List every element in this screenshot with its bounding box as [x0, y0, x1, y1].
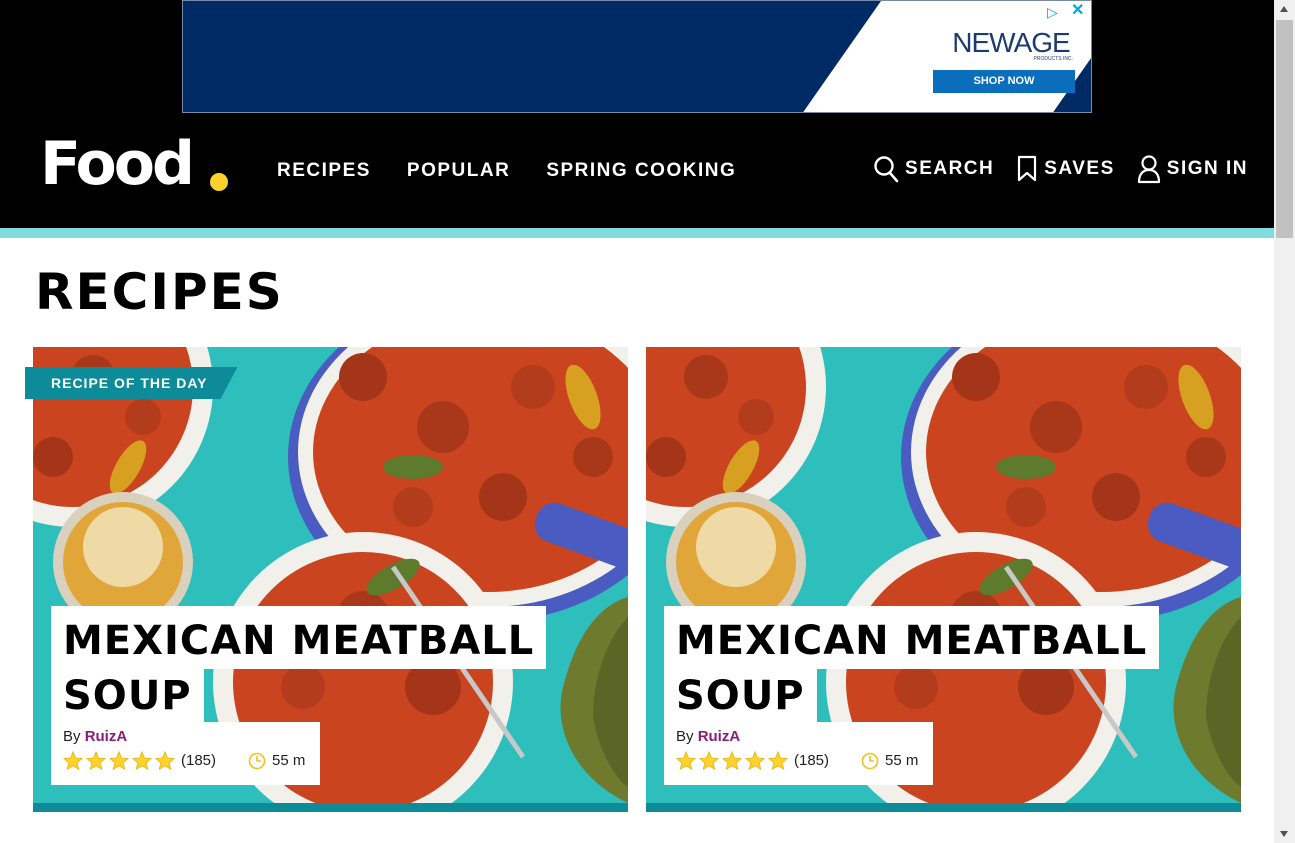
clock-icon: [248, 752, 266, 769]
page-scrollbar[interactable]: [1274, 0, 1295, 843]
scroll-down-arrow-icon[interactable]: [1280, 831, 1288, 837]
recipe-meta: By RuizA (185) 55 m: [51, 722, 320, 785]
author-link[interactable]: RuizA: [85, 728, 128, 745]
cook-time-value: 55 m: [885, 752, 919, 769]
rating-stars: [676, 751, 788, 770]
ad-shop-now-button[interactable]: SHOP NOW: [933, 70, 1075, 93]
sign-in-label: SIGN IN: [1166, 158, 1248, 179]
cook-time-value: 55 m: [272, 752, 306, 769]
star-icon: [745, 751, 765, 770]
site-logo[interactable]: Food: [40, 128, 195, 200]
star-icon: [676, 751, 696, 770]
clock-icon: [861, 752, 879, 769]
logo-dot: [210, 173, 228, 191]
star-icon: [86, 751, 106, 770]
star-icon: [155, 751, 175, 770]
by-prefix: By: [63, 728, 81, 745]
recipe-title[interactable]: MEXICAN MEATBALL SOUP: [664, 606, 1160, 724]
recipe-card[interactable]: MEXICAN MEATBALL SOUP By RuizA (185) 55 …: [646, 347, 1241, 812]
nav-popular[interactable]: POPULAR: [407, 160, 510, 182]
review-count[interactable]: (185): [181, 752, 216, 769]
header-accent-strip: [0, 228, 1274, 238]
recipe-title-line-2[interactable]: SOUP: [664, 669, 817, 724]
nav-spring-cooking[interactable]: SPRING COOKING: [546, 160, 736, 182]
recipe-title-line-1[interactable]: MEXICAN MEATBALL: [664, 606, 1160, 669]
star-icon: [722, 751, 742, 770]
nav-recipes[interactable]: RECIPES: [277, 160, 371, 182]
card-bottom-strip: [646, 803, 1241, 812]
by-prefix: By: [676, 728, 694, 745]
star-icon: [768, 751, 788, 770]
search-label: SEARCH: [905, 158, 995, 179]
star-icon: [109, 751, 129, 770]
bookmark-icon: [1016, 155, 1038, 183]
ad-close-icon[interactable]: ✕: [1071, 3, 1087, 19]
saves-button[interactable]: SAVES: [1016, 155, 1115, 183]
cook-time: 55 m: [861, 752, 918, 770]
ad-brand: NEWAGE: [952, 27, 1070, 58]
search-icon: [873, 155, 899, 183]
main-nav: RECIPES POPULAR SPRING COOKING: [277, 160, 736, 182]
review-count[interactable]: (185): [794, 752, 829, 769]
recipe-card[interactable]: RECIPE OF THE DAY MEXICAN MEATBALL SOUP …: [25, 347, 628, 812]
star-icon: [699, 751, 719, 770]
recipe-stats: (185) 55 m: [63, 751, 308, 770]
advertisement[interactable]: NEWAGE PRODUCTS INC. SHOP NOW ▷ ✕: [182, 0, 1092, 113]
recipe-byline: By RuizA: [676, 728, 921, 745]
header-tools: SEARCH SAVES SIGN IN: [873, 154, 1248, 184]
site-header: Food RECIPES POPULAR SPRING COOKING SEAR…: [0, 120, 1274, 228]
saves-label: SAVES: [1044, 158, 1115, 179]
recipe-title[interactable]: MEXICAN MEATBALL SOUP: [51, 606, 547, 724]
scrollbar-thumb[interactable]: [1276, 20, 1293, 238]
recipe-meta: By RuizA (185) 55 m: [664, 722, 933, 785]
recipe-stats: (185) 55 m: [676, 751, 921, 770]
star-icon: [132, 751, 152, 770]
card-bottom-strip: [33, 803, 628, 812]
recipe-title-line-1[interactable]: MEXICAN MEATBALL: [51, 606, 547, 669]
author-link[interactable]: RuizA: [698, 728, 741, 745]
recipe-byline: By RuizA: [63, 728, 308, 745]
recipe-of-the-day-badge: RECIPE OF THE DAY: [25, 367, 238, 399]
page-title: RECIPES: [35, 263, 284, 321]
ad-brand-sub: PRODUCTS INC.: [1033, 56, 1073, 62]
sign-in-button[interactable]: SIGN IN: [1137, 154, 1248, 184]
recipe-title-line-2[interactable]: SOUP: [51, 669, 204, 724]
search-button[interactable]: SEARCH: [873, 155, 994, 183]
adchoices-icon[interactable]: ▷: [1047, 4, 1063, 20]
cook-time: 55 m: [248, 752, 305, 770]
user-icon: [1137, 154, 1161, 184]
rating-stars: [63, 751, 175, 770]
star-icon: [63, 751, 83, 770]
ad-band: NEWAGE PRODUCTS INC. SHOP NOW ▷ ✕: [0, 0, 1274, 120]
scroll-up-arrow-icon[interactable]: [1280, 6, 1288, 12]
